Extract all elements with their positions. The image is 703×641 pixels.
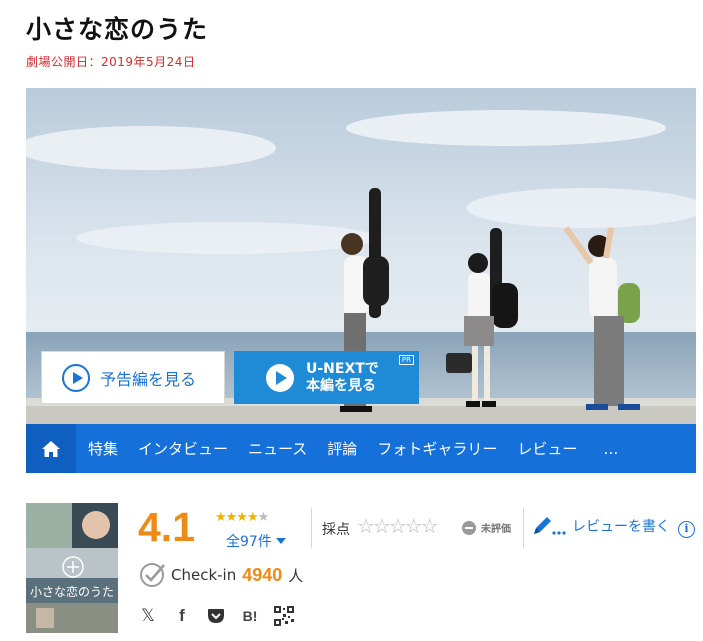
nav-interview[interactable]: インタビュー — [128, 438, 238, 459]
nav-photo-gallery[interactable]: フォトギャラリー — [367, 438, 507, 459]
nav-news[interactable]: ニュース — [238, 438, 317, 459]
trailer-button[interactable]: 予告編を見る — [41, 351, 225, 404]
user-rating-label: 採点 — [322, 522, 350, 538]
home-icon — [42, 440, 60, 457]
user-rating-stars[interactable]: ☆☆☆☆☆ — [357, 514, 439, 538]
info-icon[interactable]: i — [678, 521, 695, 538]
checkin-row: Check-in 4940 人 — [139, 561, 303, 589]
average-score: 4.1 — [138, 504, 195, 550]
unrated-toggle[interactable]: 未評価 — [462, 520, 511, 535]
unrated-label: 未評価 — [481, 524, 511, 535]
stars-filled: ★★★★ — [215, 510, 259, 525]
x-share-icon[interactable]: 𝕏 — [138, 606, 158, 626]
nav-critique[interactable]: 評論 — [317, 438, 367, 459]
unext-line1: U-NEXTで — [306, 360, 379, 377]
play-icon — [266, 363, 294, 392]
hatena-share-icon[interactable]: B! — [240, 606, 260, 626]
review-count-dropdown[interactable]: 全97件 — [226, 531, 286, 551]
unext-line2: 本編を見る — [306, 377, 376, 394]
page-title: 小さな恋のうた — [26, 15, 209, 44]
write-review-label: レビューを書く — [572, 519, 670, 535]
checkin-count: 4940 — [242, 564, 283, 585]
divider — [523, 508, 524, 548]
poster-title: 小さな恋のうた — [29, 585, 114, 599]
poster-image[interactable]: 小さな恋のうた — [26, 503, 118, 633]
checkin-icon[interactable] — [139, 561, 167, 589]
checkin-label: Check-in — [171, 566, 237, 584]
divider — [311, 508, 312, 548]
caret-down-icon — [275, 538, 286, 544]
pr-badge: PR — [398, 355, 414, 365]
pocket-share-icon[interactable] — [206, 606, 226, 626]
pen-icon — [534, 517, 566, 535]
minus-circle-icon — [462, 520, 476, 535]
nav-review[interactable]: レビュー — [507, 438, 587, 459]
facebook-share-icon[interactable]: f — [172, 606, 192, 626]
nav-more[interactable]: … — [587, 440, 619, 458]
unext-watch-button[interactable]: U-NEXTで 本編を見る PR — [234, 351, 419, 404]
release-date: 劇場公開日：2019年5月24日 — [26, 55, 196, 69]
average-stars: ★★★★★ — [215, 510, 270, 525]
trailer-button-label: 予告編を見る — [100, 369, 197, 389]
nav-tokushu[interactable]: 特集 — [76, 438, 128, 459]
write-review-button[interactable]: レビューを書く — [532, 516, 670, 536]
checkin-unit: 人 — [288, 566, 304, 585]
qr-code-icon[interactable] — [274, 606, 294, 626]
stars-empty: ★ — [257, 510, 270, 525]
share-bar: 𝕏 f B! — [138, 606, 308, 626]
nav-home[interactable] — [26, 424, 76, 473]
review-count-label: 全97件 — [226, 534, 272, 550]
movie-nav: 特集 インタビュー ニュース 評論 フォトギャラリー レビュー … — [26, 424, 696, 473]
play-icon — [62, 363, 90, 392]
